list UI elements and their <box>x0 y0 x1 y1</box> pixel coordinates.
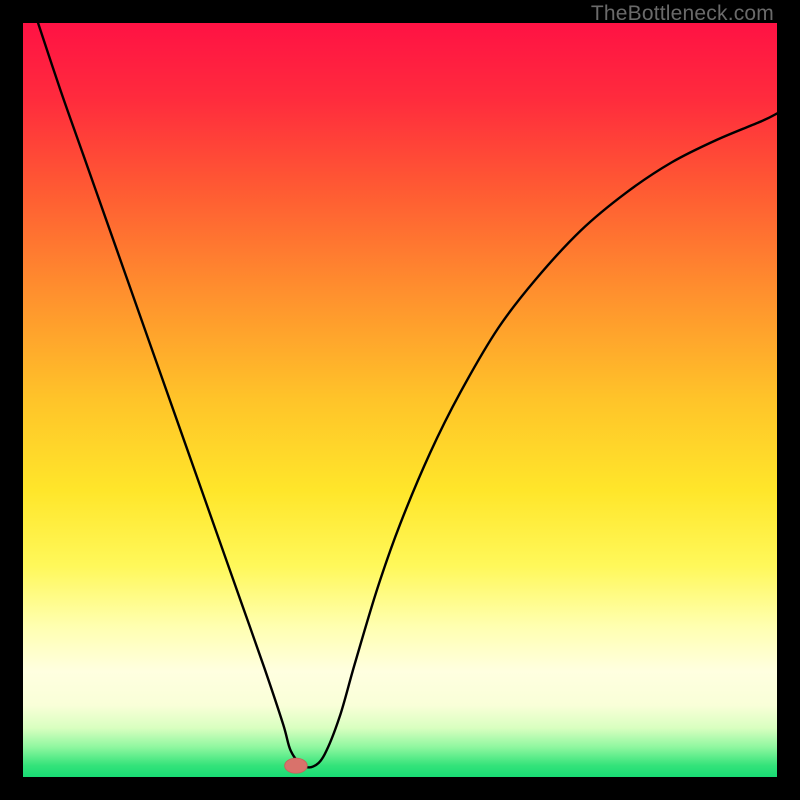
minimum-marker <box>285 758 308 773</box>
bottleneck-chart <box>23 23 777 777</box>
chart-frame <box>23 23 777 777</box>
gradient-background <box>23 23 777 777</box>
watermark-text: TheBottleneck.com <box>591 2 774 26</box>
